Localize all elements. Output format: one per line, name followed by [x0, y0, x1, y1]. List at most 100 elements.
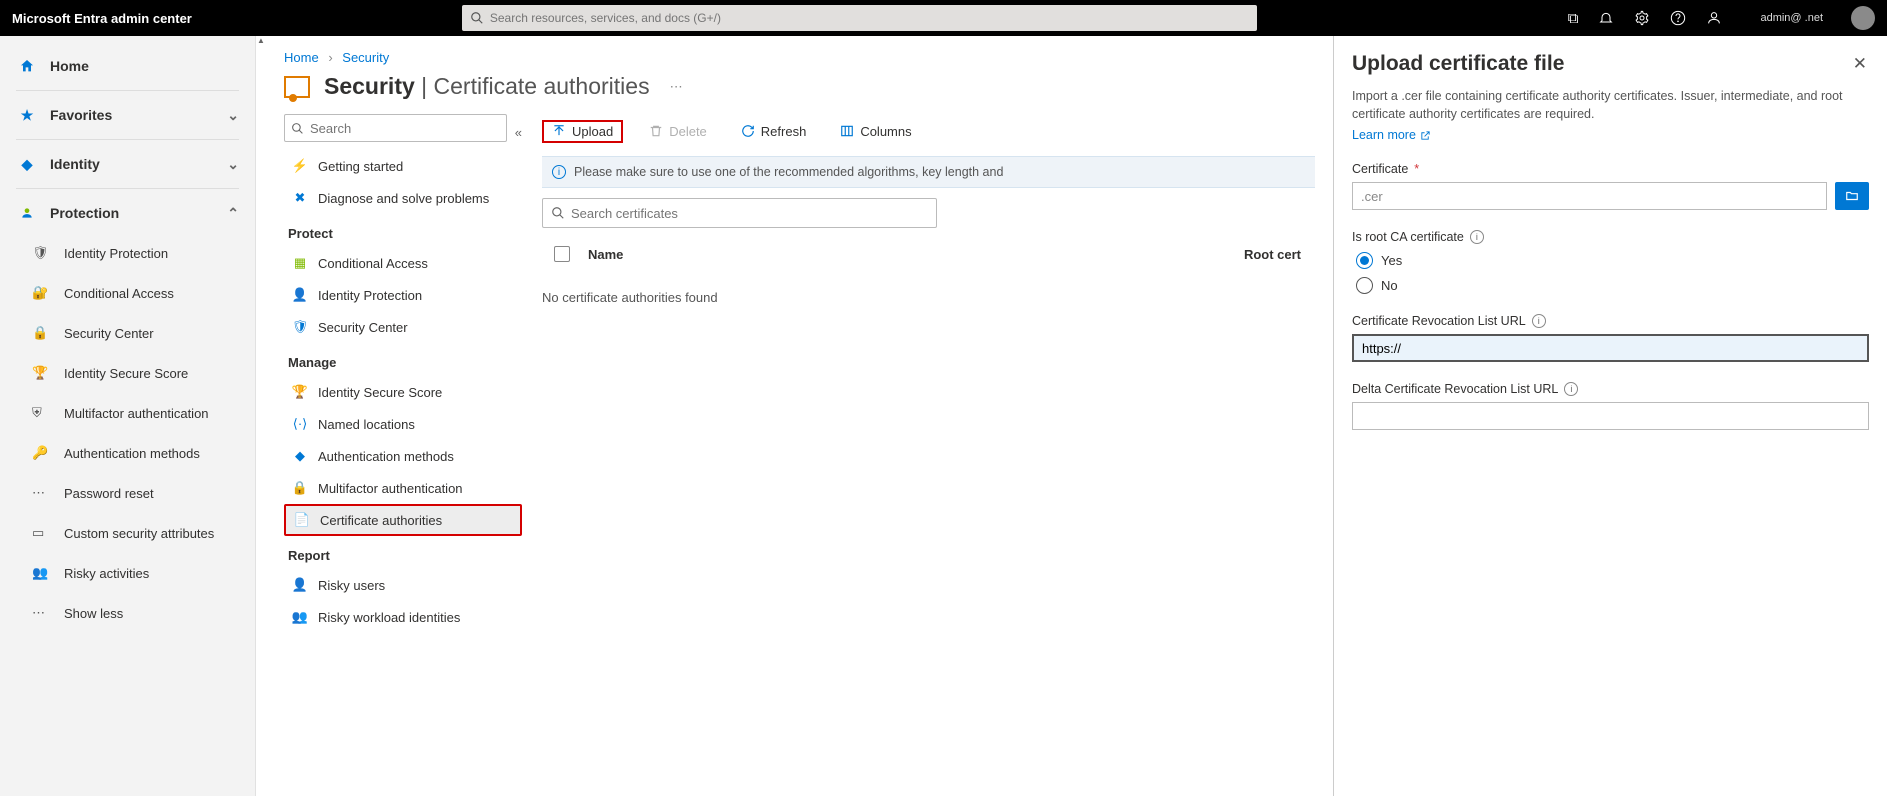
search-icon: [291, 122, 304, 135]
breadcrumb-security[interactable]: Security: [342, 50, 389, 65]
search-icon: [470, 11, 484, 25]
nav-sub-label: Security Center: [64, 326, 154, 341]
nav-scroll-indicator[interactable]: ▲: [256, 36, 266, 796]
folder-icon: [1844, 189, 1860, 203]
command-area: Upload Delete Refresh: [532, 114, 1315, 754]
help-icon[interactable]: [1670, 10, 1686, 26]
shield-icon: 🛡: [290, 319, 310, 335]
nav2-auth-methods[interactable]: ◆Authentication methods: [284, 440, 522, 472]
upload-button[interactable]: Upload: [542, 120, 623, 143]
nav-password-reset[interactable]: ⋯Password reset: [0, 473, 255, 513]
panel-help-text: Import a .cer file containing certificat…: [1352, 88, 1869, 123]
secondary-search-input[interactable]: [304, 121, 500, 136]
nav-sub-label: Authentication methods: [64, 446, 200, 461]
nav-secure-score[interactable]: 🏆Identity Secure Score: [0, 353, 255, 393]
nav2-mfa[interactable]: 🔒Multifactor authentication: [284, 472, 522, 504]
title-more-icon[interactable]: ⋯: [670, 79, 683, 95]
cert-file-placeholder: .cer: [1361, 189, 1383, 204]
cert-search-input[interactable]: [565, 206, 928, 221]
ellipsis-icon: ⋯: [32, 605, 54, 621]
checkbox-icon[interactable]: [554, 246, 570, 262]
info-icon: i: [552, 165, 566, 179]
nav2-cert-authorities[interactable]: 📄Certificate authorities: [284, 504, 522, 536]
nav-show-less[interactable]: ⋯ Show less: [0, 593, 255, 633]
nav-security-center[interactable]: 🔒Security Center: [0, 313, 255, 353]
nav2-conditional-access[interactable]: ▦Conditional Access: [284, 247, 522, 279]
lock-icon: 🔐: [32, 285, 54, 301]
feedback-icon[interactable]: [1706, 10, 1722, 26]
nav-favorites[interactable]: ★ Favorites ⌄: [0, 95, 255, 135]
radio-yes[interactable]: [1356, 252, 1373, 269]
page-title: Security | Certificate authorities: [324, 73, 650, 100]
cmd-label: Upload: [572, 124, 613, 139]
user-avatar[interactable]: [1851, 6, 1875, 30]
chevron-down-icon: ⌄: [227, 107, 239, 124]
workload-icon: 👥: [290, 609, 310, 625]
nav-sub-label: Risky activities: [64, 566, 149, 581]
nav-identity[interactable]: ◆ Identity ⌄: [0, 144, 255, 184]
top-bar: Microsoft Entra admin center ⧉ admin@ .n…: [0, 0, 1887, 36]
refresh-button[interactable]: Refresh: [733, 120, 815, 143]
learn-more-text: Learn more: [1352, 128, 1416, 142]
notifications-icon[interactable]: [1598, 10, 1614, 26]
radio-no[interactable]: [1356, 277, 1373, 294]
trophy-icon: 🏆: [290, 384, 310, 400]
settings-icon[interactable]: [1634, 10, 1650, 26]
nav2-secure-score[interactable]: 🏆 Identity Secure Score: [284, 376, 522, 408]
cloud-shell-icon[interactable]: ⧉: [1568, 10, 1579, 27]
is-root-label: Is root CA certificate i: [1352, 230, 1869, 244]
nav2-section-report: Report: [288, 548, 522, 563]
nav2-named-locations[interactable]: ⟨·⟩Named locations: [284, 408, 522, 440]
nav2-risky-users[interactable]: 👤Risky users: [284, 569, 522, 601]
command-bar: Upload Delete Refresh: [542, 114, 1315, 148]
close-icon[interactable]: ✕: [1853, 54, 1867, 74]
blade-main: Home › Security Security | Certificate a…: [266, 36, 1333, 796]
info-icon[interactable]: i: [1564, 382, 1578, 396]
shell: Home ★ Favorites ⌄ ◆ Identity ⌄ Protecti…: [0, 36, 1887, 796]
browse-button[interactable]: [1835, 182, 1869, 210]
secondary-nav-search[interactable]: [284, 114, 507, 142]
col-root[interactable]: Root cert: [1205, 247, 1315, 262]
collapse-nav-icon[interactable]: «: [515, 125, 522, 140]
cert-file-input[interactable]: .cer: [1352, 182, 1827, 210]
nav2-security-center[interactable]: 🛡Security Center: [284, 311, 522, 343]
global-search[interactable]: [462, 5, 1257, 31]
nav-sub-label: Password reset: [64, 486, 154, 501]
nav2-identity-protection[interactable]: 👤Identity Protection: [284, 279, 522, 311]
radio-no-row[interactable]: No: [1356, 277, 1869, 294]
nav2-diagnose[interactable]: ✖Diagnose and solve problems: [284, 182, 522, 214]
nav-identity-protection[interactable]: 🛡Identity Protection: [0, 233, 255, 273]
breadcrumb-home[interactable]: Home: [284, 50, 319, 65]
upload-cert-panel: ✕ Upload certificate file Import a .cer …: [1333, 36, 1887, 796]
cmd-label: Delete: [669, 124, 707, 139]
nav2-getting-started[interactable]: ⚡Getting started: [284, 150, 522, 182]
nav-sub-label: Identity Protection: [64, 246, 168, 261]
nav-risky-activities[interactable]: 👥Risky activities: [0, 553, 255, 593]
nav-custom-attrs[interactable]: ▭Custom security attributes: [0, 513, 255, 553]
global-search-input[interactable]: [484, 11, 1249, 25]
nav-mfa[interactable]: ⛨Multifactor authentication: [0, 393, 255, 433]
person-shield-icon: 👤: [290, 287, 310, 303]
columns-button[interactable]: Columns: [832, 120, 919, 143]
crl-input[interactable]: [1352, 334, 1869, 362]
cert-search[interactable]: [542, 198, 937, 228]
info-icon[interactable]: i: [1532, 314, 1546, 328]
cert-file-row: .cer: [1352, 182, 1869, 210]
delta-crl-input[interactable]: [1352, 402, 1869, 430]
info-icon[interactable]: i: [1470, 230, 1484, 244]
nav-sub-label: Show less: [64, 606, 123, 621]
radio-yes-row[interactable]: Yes: [1356, 252, 1869, 269]
scroll-up-icon[interactable]: ▲: [256, 36, 266, 44]
nav-protection[interactable]: Protection ⌃: [0, 193, 255, 233]
nav2-label: Authentication methods: [318, 449, 454, 464]
nav2-risky-workload[interactable]: 👥Risky workload identities: [284, 601, 522, 633]
nav2-label: Identity Secure Score: [318, 385, 442, 400]
label-text: Certificate Revocation List URL: [1352, 314, 1526, 328]
nav-auth-methods[interactable]: 🔑Authentication methods: [0, 433, 255, 473]
select-all-cell[interactable]: [542, 246, 582, 262]
nav-home[interactable]: Home: [0, 46, 255, 86]
learn-more-link[interactable]: Learn more: [1352, 128, 1431, 142]
nav-conditional-access[interactable]: 🔐Conditional Access: [0, 273, 255, 313]
col-name[interactable]: Name: [582, 247, 1205, 262]
cmd-label: Columns: [860, 124, 911, 139]
